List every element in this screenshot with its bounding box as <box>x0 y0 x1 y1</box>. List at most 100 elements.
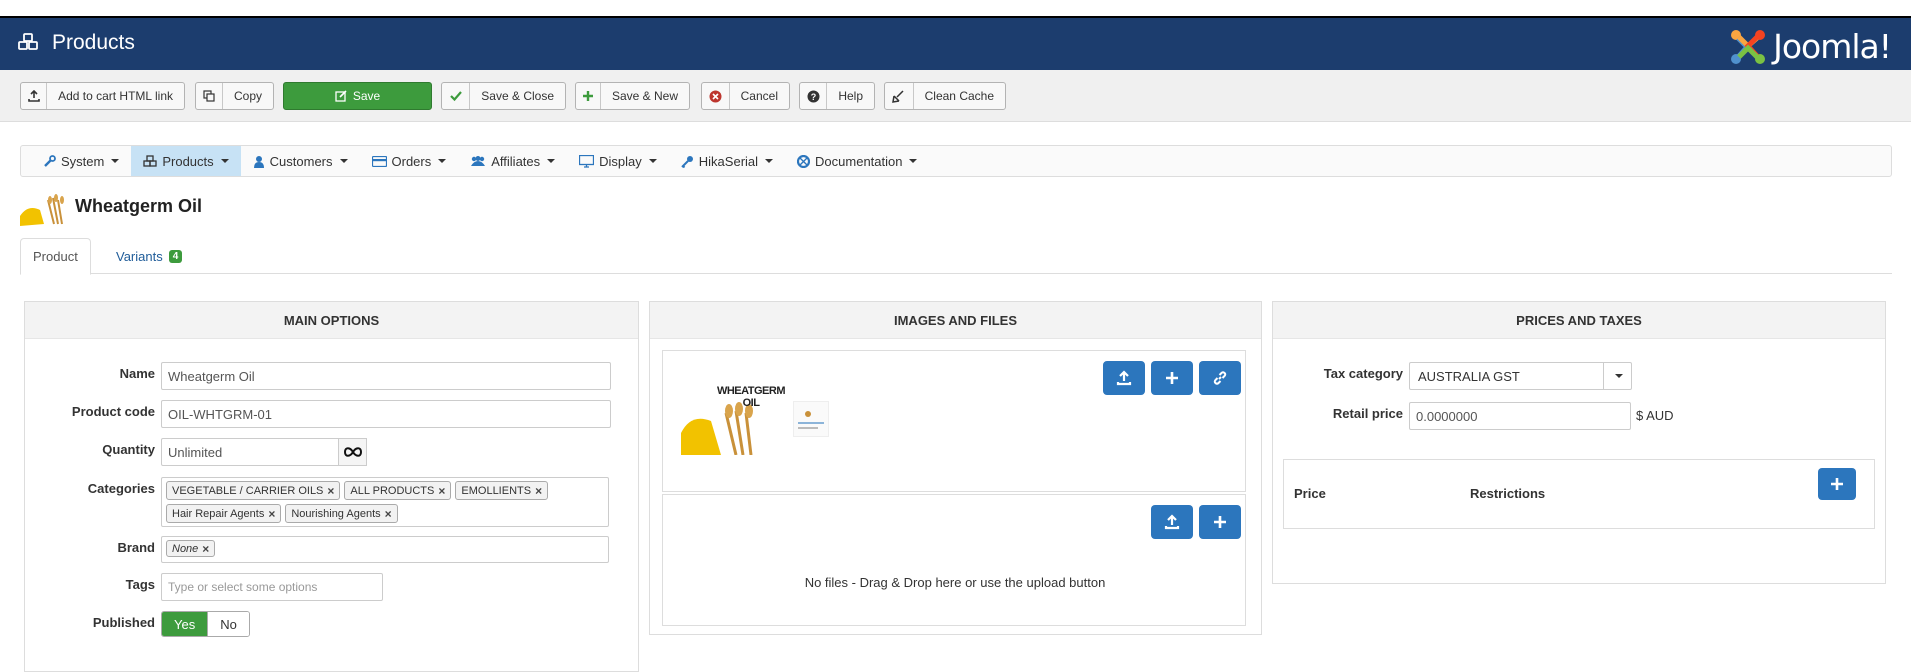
unlimited-toggle-button[interactable] <box>339 438 367 466</box>
remove-tag-icon[interactable]: × <box>535 484 542 498</box>
categories-field[interactable]: VEGETABLE / CARRIER OILS × ALL PRODUCTS × … <box>161 477 609 527</box>
brand-field[interactable]: None × <box>161 536 609 563</box>
brand-label: Brand <box>117 540 155 555</box>
images-and-files-heading: IMAGES AND FILES <box>650 302 1261 339</box>
brand-row: Brand None × <box>25 536 609 563</box>
svg-text:?: ? <box>810 92 816 102</box>
category-tag: Nourishing Agents × <box>285 504 398 523</box>
menu-products[interactable]: Products <box>131 146 241 176</box>
plus-icon <box>1831 478 1843 490</box>
cancel-button[interactable]: Cancel <box>701 82 790 110</box>
save-button[interactable]: Save <box>283 82 432 110</box>
window-top-strip <box>0 0 1911 16</box>
name-input[interactable]: Wheatgerm Oil <box>161 362 611 390</box>
retail-price-label: Retail price <box>1332 406 1403 421</box>
product-code-row: Product code OIL-WHTGRM-01 <box>25 400 611 428</box>
tax-category-label: Tax category <box>1323 366 1403 381</box>
product-code-input[interactable]: OIL-WHTGRM-01 <box>161 400 611 428</box>
save-and-new-button[interactable]: Save & New <box>575 82 690 110</box>
add-price-button[interactable] <box>1818 468 1856 500</box>
files-box: No files - Drag & Drop here or use the u… <box>662 494 1246 626</box>
product-thumbnail <box>20 190 70 226</box>
add-image-button[interactable] <box>1151 361 1193 395</box>
product-tabs: Product Variants 4 <box>20 238 1892 275</box>
page-title: Products <box>52 31 135 54</box>
price-column-header: Price <box>1294 486 1326 501</box>
quantity-row: Quantity Unlimited <box>25 438 367 466</box>
add-file-button[interactable] <box>1199 505 1241 539</box>
published-yes-button[interactable]: Yes <box>162 612 208 636</box>
images-box: WHEATGERM OIL <box>662 350 1246 492</box>
help-button[interactable]: ? Help <box>799 82 875 110</box>
remove-tag-icon[interactable]: × <box>438 484 445 498</box>
joomla-logo: Joomla! <box>1729 27 1892 66</box>
tax-category-row: Tax category AUSTRALIA GST <box>1273 362 1632 390</box>
tab-product[interactable]: Product <box>20 238 91 275</box>
upload-icon <box>1164 514 1180 530</box>
chevron-down-icon <box>438 159 447 163</box>
categories-row: Categories VEGETABLE / CARRIER OILS × ALL… <box>25 477 609 527</box>
brand-tag: None × <box>166 540 216 557</box>
quantity-input[interactable]: Unlimited <box>161 438 339 466</box>
published-toggle: Yes No <box>161 611 250 637</box>
published-row: Published Yes No <box>25 611 250 637</box>
product-code-label: Product code <box>71 404 155 419</box>
lifebuoy-icon <box>797 154 811 168</box>
upload-image-button[interactable] <box>1103 361 1145 395</box>
chevron-down-icon <box>648 159 657 163</box>
joomla-wordmark: Joomla! <box>1773 27 1892 66</box>
tab-variants[interactable]: Variants 4 <box>104 238 194 275</box>
variants-count-badge: 4 <box>168 250 183 263</box>
chevron-down-icon <box>547 159 556 163</box>
category-tag: Hair Repair Agents × <box>166 504 282 523</box>
tax-category-select[interactable]: AUSTRALIA GST <box>1409 362 1632 390</box>
menu-documentation[interactable]: Documentation <box>785 146 929 176</box>
chevron-down-icon <box>765 159 774 163</box>
tags-label: Tags <box>125 577 155 592</box>
cancel-circle-icon <box>702 83 730 109</box>
tags-input[interactable]: Type or select some options <box>161 573 383 601</box>
product-image[interactable]: WHEATGERM OIL <box>681 383 791 456</box>
header-title-group: Products <box>18 31 135 55</box>
chevron-down-icon <box>339 159 348 163</box>
upload-file-button[interactable] <box>1151 505 1193 539</box>
quantity-group: Unlimited <box>161 438 367 466</box>
secondary-image-thumbnail[interactable] <box>793 401 829 437</box>
prices-and-taxes-panel: PRICES AND TAXES Tax category AUSTRALIA … <box>1272 301 1886 584</box>
menu-affiliates[interactable]: Affiliates <box>458 146 567 176</box>
remove-tag-icon[interactable]: × <box>327 484 334 498</box>
copy-button[interactable]: Copy <box>195 82 274 110</box>
plus-icon <box>576 83 601 109</box>
name-label: Name <box>119 366 155 381</box>
joomla-mark-icon <box>1731 29 1766 64</box>
retail-price-row: Retail price 0.0000000 $ AUD <box>1273 402 1674 430</box>
toolbar: Add to cart HTML link Copy Save Save & C… <box>0 70 1911 122</box>
menu-system[interactable]: System <box>31 146 131 176</box>
menu-hikaserial[interactable]: HikaSerial <box>669 146 785 176</box>
name-row: Name Wheatgerm Oil <box>25 362 611 390</box>
images-and-files-panel: IMAGES AND FILES WHEATGERM OIL No files … <box>649 301 1262 635</box>
edit-icon <box>335 83 347 109</box>
link-icon <box>1213 371 1227 385</box>
main-options-panel: MAIN OPTIONS Name Wheatgerm Oil Product … <box>24 301 639 672</box>
clean-cache-button[interactable]: Clean Cache <box>884 82 1006 110</box>
main-options-heading: MAIN OPTIONS <box>25 302 638 339</box>
checkmark-icon <box>442 83 471 109</box>
question-circle-icon: ? <box>800 83 828 109</box>
published-label: Published <box>92 615 155 630</box>
menu-customers[interactable]: Customers <box>241 146 360 176</box>
remove-tag-icon[interactable]: × <box>202 542 209 556</box>
currency-label: $ AUD <box>1636 408 1674 423</box>
link-image-button[interactable] <box>1199 361 1241 395</box>
menu-display[interactable]: Display <box>567 146 669 176</box>
retail-price-input[interactable]: 0.0000000 <box>1409 402 1631 430</box>
chevron-down-icon <box>220 159 229 163</box>
published-no-button[interactable]: No <box>207 612 249 636</box>
add-to-cart-html-link-button[interactable]: Add to cart HTML link <box>20 82 185 110</box>
remove-tag-icon[interactable]: × <box>385 507 392 521</box>
remove-tag-icon[interactable]: × <box>268 507 275 521</box>
restrictions-column-header: Restrictions <box>1470 486 1546 501</box>
menu-orders[interactable]: Orders <box>360 146 459 176</box>
save-and-close-button[interactable]: Save & Close <box>441 82 566 110</box>
category-tag: EMOLLIENTS × <box>455 481 549 500</box>
